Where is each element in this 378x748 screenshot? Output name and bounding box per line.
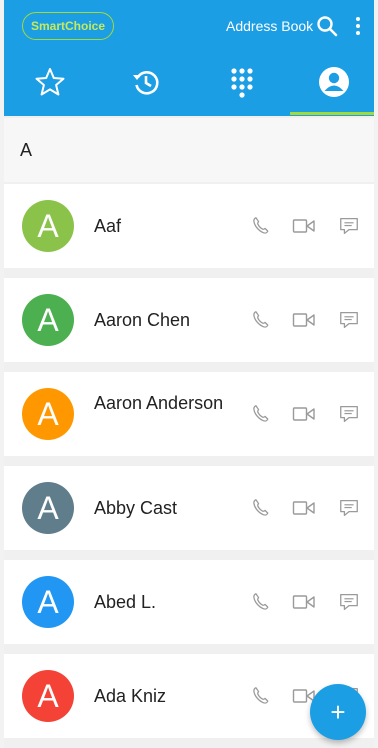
contact-name: Abed L.: [94, 592, 157, 612]
tab-dialpad[interactable]: [196, 58, 288, 110]
page-title: Address Book: [226, 18, 314, 34]
call-icon[interactable]: [250, 309, 272, 331]
video-call-icon[interactable]: [292, 215, 315, 237]
star-icon: [34, 66, 66, 103]
message-icon[interactable]: [338, 309, 360, 331]
contact-row[interactable]: A Aaron Anderson: [4, 372, 374, 456]
avatar: A: [22, 294, 74, 346]
call-icon[interactable]: [250, 591, 272, 613]
call-icon[interactable]: [250, 215, 272, 237]
avatar: A: [22, 482, 74, 534]
contact-row[interactable]: A Abby Cast: [4, 466, 374, 550]
video-call-icon[interactable]: [292, 309, 315, 331]
call-icon[interactable]: [250, 685, 272, 707]
app-header: SmartChoice Address Book: [4, 0, 374, 116]
message-icon[interactable]: [338, 215, 360, 237]
contact-name: Ada Kniz: [94, 686, 167, 706]
video-call-icon[interactable]: [292, 497, 315, 519]
contact-name: Aaf: [94, 216, 122, 236]
section-letter: A: [20, 140, 33, 160]
search-icon[interactable]: [316, 15, 338, 37]
tab-contacts[interactable]: [288, 58, 374, 110]
video-call-icon[interactable]: [292, 591, 315, 613]
call-icon[interactable]: [250, 403, 272, 425]
tab-recents[interactable]: [100, 58, 192, 110]
add-contact-button[interactable]: +: [310, 684, 366, 740]
active-tab-indicator: [290, 112, 374, 115]
tab-favorites[interactable]: [4, 58, 96, 110]
dialpad-icon: [228, 66, 256, 103]
section-header: A: [4, 118, 374, 182]
contact-row[interactable]: A Aaf: [4, 184, 374, 268]
avatar: A: [22, 670, 74, 722]
avatar: A: [22, 200, 74, 252]
more-options-icon[interactable]: [352, 15, 364, 37]
address-book-screen: SmartChoice Address Book A A Aaf A Aaron…: [4, 0, 374, 748]
message-icon[interactable]: [338, 591, 360, 613]
message-icon[interactable]: [338, 403, 360, 425]
contact-name: Aaron Chen: [94, 310, 191, 330]
history-icon: [130, 66, 162, 103]
contact-name: Aaron Anderson: [94, 393, 224, 413]
contact-row[interactable]: A Aaron Chen: [4, 278, 374, 362]
avatar: A: [22, 388, 74, 440]
video-call-icon[interactable]: [292, 403, 315, 425]
smartchoice-badge[interactable]: SmartChoice: [22, 12, 114, 40]
call-icon[interactable]: [250, 497, 272, 519]
contact-icon: [317, 65, 351, 104]
avatar: A: [22, 576, 74, 628]
contact-name: Abby Cast: [94, 498, 178, 518]
message-icon[interactable]: [338, 497, 360, 519]
contact-row[interactable]: A Abed L.: [4, 560, 374, 644]
